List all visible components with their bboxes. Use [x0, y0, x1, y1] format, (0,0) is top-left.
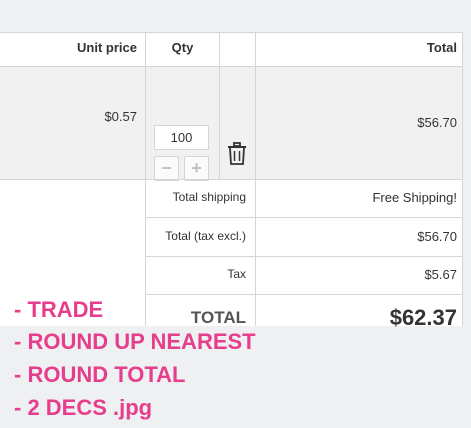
- row-divider: [0, 179, 463, 180]
- tax-value: $5.67: [424, 267, 457, 282]
- annotation-note: - 2 DECS .jpg: [14, 395, 153, 420]
- plus-icon: +: [191, 158, 202, 178]
- tax-label: Tax: [227, 267, 246, 281]
- row-unit-price: $0.57: [104, 109, 137, 124]
- summary-divider: [145, 256, 463, 257]
- shipping-label: Total shipping: [172, 190, 246, 204]
- summary-divider: [145, 294, 463, 295]
- quantity-input[interactable]: [154, 125, 209, 150]
- annotation-note: - ROUND UP NEAREST: [14, 329, 256, 354]
- increase-qty-button[interactable]: +: [184, 156, 209, 181]
- col-divider: [145, 32, 146, 179]
- grand-total-label: TOTAL: [190, 308, 246, 327]
- header-total: Total: [426, 40, 457, 55]
- cart-table: Unit price Qty Total $0.57 − + $56.70 To…: [0, 32, 463, 330]
- grand-total-value: $62.37: [389, 305, 457, 330]
- header-divider: [0, 66, 463, 67]
- decrease-qty-button[interactable]: −: [154, 156, 179, 181]
- annotation-note: - TRADE: [14, 297, 104, 322]
- shipping-value: Free Shipping!: [372, 190, 457, 205]
- header-unit-price: Unit price: [77, 40, 137, 55]
- total-tax-excl-value: $56.70: [417, 229, 457, 244]
- col-divider: [219, 32, 220, 179]
- trash-icon[interactable]: [227, 142, 247, 166]
- row-total: $56.70: [417, 115, 457, 130]
- annotation-note: - ROUND TOTAL: [14, 362, 186, 387]
- header-qty: Qty: [171, 40, 194, 55]
- col-divider: [462, 32, 463, 326]
- minus-icon: −: [161, 158, 172, 178]
- total-tax-excl-label: Total (tax excl.): [165, 229, 246, 243]
- summary-divider: [145, 217, 463, 218]
